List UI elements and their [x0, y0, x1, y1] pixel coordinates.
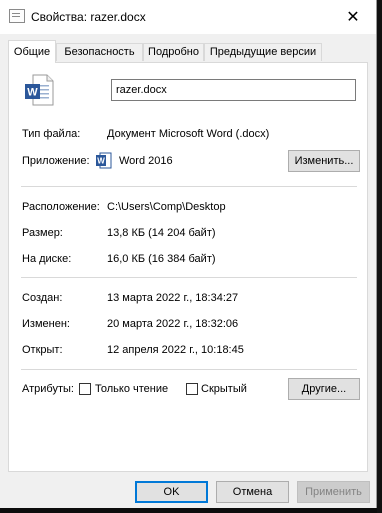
- word-app-icon: W: [96, 152, 112, 169]
- tab-details-label: Подробно: [148, 46, 199, 58]
- advanced-attributes-button[interactable]: Другие...: [288, 378, 360, 400]
- modified-value: 20 марта 2022 г., 18:32:06: [107, 318, 239, 330]
- location-value: C:\Users\Comp\Desktop: [107, 201, 226, 213]
- accessed-value: 12 апреля 2022 г., 10:18:45: [107, 344, 244, 356]
- apply-button[interactable]: Применить: [297, 481, 370, 503]
- location-label: Расположение:: [22, 201, 100, 213]
- app-value: Word 2016: [119, 155, 173, 167]
- app-label: Приложение:: [22, 155, 90, 167]
- disk-size-value: 16,0 КБ (16 384 байт): [107, 253, 216, 265]
- document-properties-icon: [9, 9, 25, 23]
- title-bar: Свойства: razer.docx ✕: [0, 0, 376, 34]
- accessed-label: Открыт:: [22, 344, 63, 356]
- tab-general-label: Общие: [13, 46, 51, 58]
- hidden-label[interactable]: Скрытый: [201, 383, 247, 395]
- close-button[interactable]: ✕: [330, 0, 376, 34]
- file-type-label: Тип файла:: [22, 128, 81, 140]
- background-edge: [377, 0, 382, 513]
- ok-button[interactable]: OK: [135, 481, 208, 503]
- separator: [21, 277, 357, 278]
- hidden-checkbox[interactable]: [186, 383, 198, 395]
- size-value: 13,8 КБ (14 204 байт): [107, 227, 216, 239]
- cancel-button[interactable]: Отмена: [216, 481, 289, 503]
- word-document-icon: W: [25, 74, 54, 106]
- properties-dialog: Свойства: razer.docx ✕ Общие Безопасност…: [0, 0, 377, 508]
- general-panel: [8, 62, 368, 472]
- disk-size-label: На диске:: [22, 253, 72, 265]
- tab-previous-versions-label: Предыдущие версии: [209, 46, 317, 58]
- tab-security-label: Безопасность: [64, 46, 135, 58]
- attributes-label: Атрибуты:: [22, 383, 74, 395]
- tab-security[interactable]: Безопасность: [56, 43, 143, 61]
- created-value: 13 марта 2022 г., 18:34:27: [107, 292, 239, 304]
- separator: [21, 369, 357, 370]
- separator: [21, 186, 357, 187]
- tab-previous-versions[interactable]: Предыдущие версии: [204, 43, 322, 61]
- change-app-button[interactable]: Изменить...: [288, 150, 360, 172]
- close-icon: ✕: [346, 9, 360, 26]
- file-type-value: Документ Microsoft Word (.docx): [107, 128, 270, 140]
- window-title: Свойства: razer.docx: [31, 10, 146, 24]
- size-label: Размер:: [22, 227, 63, 239]
- created-label: Создан:: [22, 292, 63, 304]
- tab-details[interactable]: Подробно: [143, 43, 204, 61]
- svg-text:W: W: [97, 157, 105, 166]
- readonly-label[interactable]: Только чтение: [95, 383, 168, 395]
- readonly-checkbox[interactable]: [79, 383, 91, 395]
- modified-label: Изменен:: [22, 318, 70, 330]
- svg-text:W: W: [27, 87, 38, 99]
- file-name-input[interactable]: [111, 79, 356, 101]
- tab-general[interactable]: Общие: [8, 40, 56, 63]
